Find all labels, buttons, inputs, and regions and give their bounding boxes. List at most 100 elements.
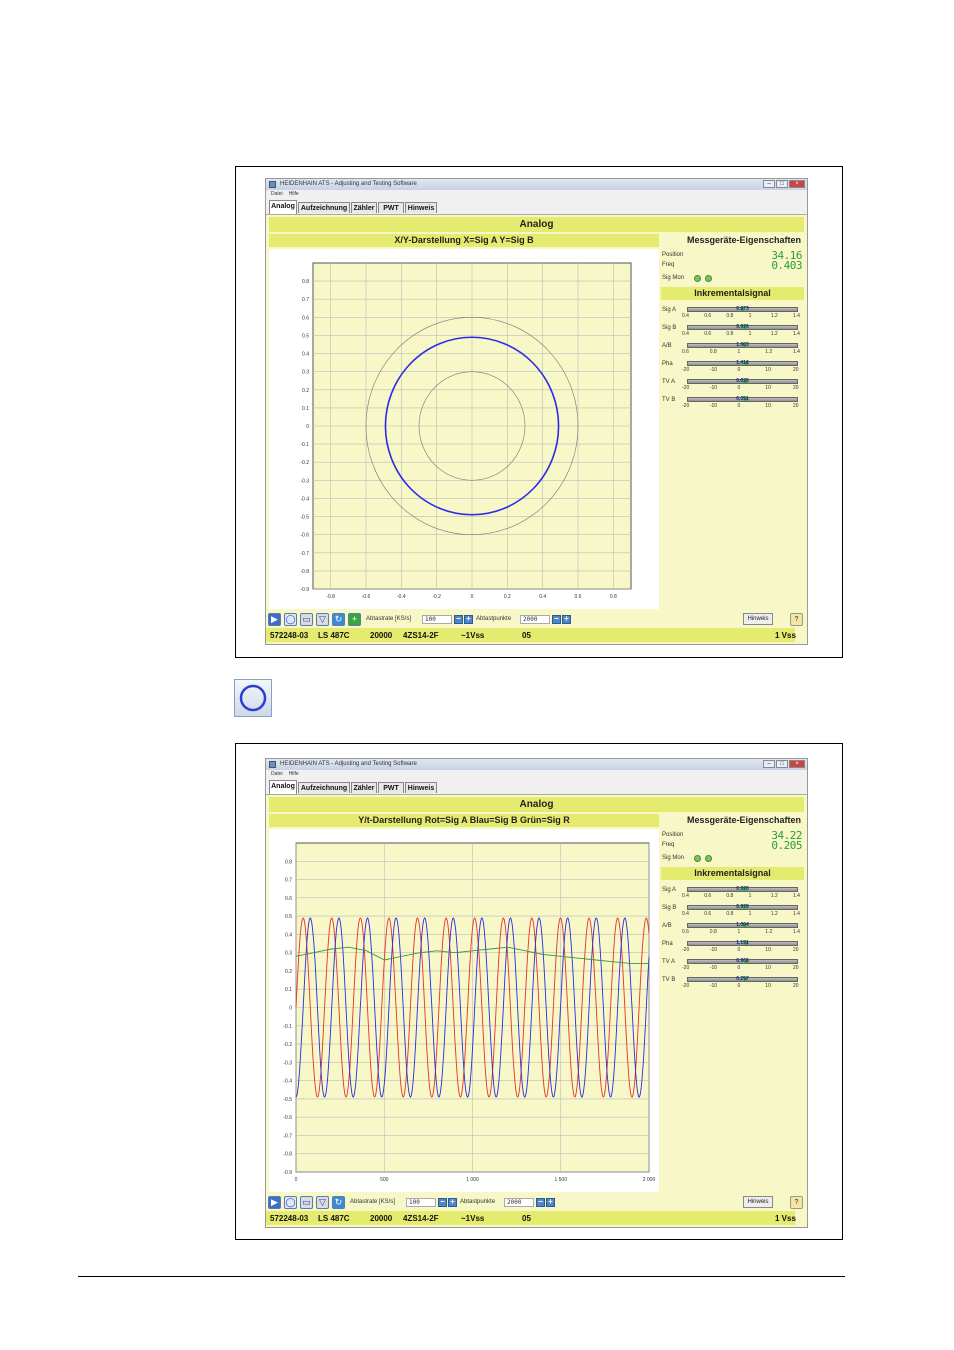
filter-icon[interactable]: ▽ xyxy=(316,1196,329,1209)
freq-value: 0.403 xyxy=(771,259,802,272)
abtastpunkte-input[interactable]: 2000 xyxy=(504,1198,534,1207)
tab-aufzeichnung[interactable]: Aufzeichnung xyxy=(298,202,350,213)
menu-item-hilfe[interactable]: Hilfe xyxy=(289,771,299,777)
menu-item-datei[interactable]: Datei xyxy=(271,771,283,777)
y-tick-label: 0.7 xyxy=(285,878,292,884)
incremental-header: Inkrementalsignal xyxy=(661,867,804,880)
y-tick-label: 0.6 xyxy=(302,315,309,321)
meter-value: 0.965 xyxy=(736,958,749,964)
tab-aufzeichnung[interactable]: Aufzeichnung xyxy=(298,782,350,793)
play-icon[interactable]: ▶ xyxy=(268,613,281,626)
close-icon[interactable]: × xyxy=(789,760,805,768)
tab-pwt[interactable]: PWT xyxy=(378,782,404,793)
y-tick-label: -0.5 xyxy=(283,1097,292,1103)
scale-icon[interactable]: ▭ xyxy=(300,1196,313,1209)
meter-tick-label: 0.8 xyxy=(709,349,717,355)
meter-label: Sig A xyxy=(662,887,677,893)
meter-value: 0.625 xyxy=(736,378,749,384)
tab-zähler[interactable]: Zähler xyxy=(351,782,377,793)
meter-tick-label: 0.8 xyxy=(726,893,734,899)
menu-item-hilfe[interactable]: Hilfe xyxy=(289,191,299,197)
refresh-icon[interactable]: ↻ xyxy=(332,1196,345,1209)
meter-tick-label: 1 xyxy=(737,349,741,355)
xy-circle-icon[interactable]: ◯ xyxy=(284,1196,297,1209)
x-tick-label: 2 000 xyxy=(643,1177,656,1183)
tab-analog[interactable]: Analog xyxy=(269,780,297,794)
x-tick-label: 1 000 xyxy=(466,1177,479,1183)
abtastrate-plus-button[interactable]: + xyxy=(448,1198,457,1207)
scale-icon[interactable]: ▭ xyxy=(300,613,313,626)
y-tick-label: 0 xyxy=(289,1006,292,1012)
close-icon[interactable]: × xyxy=(789,180,805,188)
abtastrate-input[interactable]: 100 xyxy=(422,615,452,624)
meter-tick-label: 1.4 xyxy=(793,929,800,935)
abtastrate-minus-button[interactable]: − xyxy=(438,1198,447,1207)
y-tick-label: -0.6 xyxy=(300,533,309,539)
meter-tick-label: 1 xyxy=(748,331,752,337)
meter-label: Sig A xyxy=(662,307,677,313)
play-icon[interactable]: ▶ xyxy=(268,1196,281,1209)
meter-tick-label: 20 xyxy=(793,947,799,953)
abtastrate-input[interactable]: 100 xyxy=(406,1198,436,1207)
maximize-icon[interactable]: □ xyxy=(776,760,788,768)
xy-circle-icon[interactable]: ◯ xyxy=(284,613,297,626)
meter-value: 1.003 xyxy=(736,342,749,348)
meter-tick-label: 1.4 xyxy=(793,911,800,917)
y-tick-label: 0.2 xyxy=(302,388,309,394)
abtastpunkte-label: Abtastpunkte xyxy=(476,616,512,622)
abtastrate-minus-button[interactable]: − xyxy=(454,615,463,624)
meter-bar: 1.004 xyxy=(687,922,798,928)
maximize-icon[interactable]: □ xyxy=(776,180,788,188)
abtastpunkte-plus-button[interactable]: + xyxy=(546,1198,555,1207)
x-tick-label: -0.6 xyxy=(362,594,371,600)
meter-tick-label: 0.8 xyxy=(726,331,734,337)
hinweis-button[interactable]: Hinweis xyxy=(743,1196,773,1208)
y-tick-label: -0.7 xyxy=(300,551,309,557)
abtastpunkte-minus-button[interactable]: − xyxy=(552,615,561,624)
x-tick-label: 0 xyxy=(295,1177,298,1183)
help-icon[interactable]: ? xyxy=(790,613,803,626)
y-tick-label: 0.3 xyxy=(285,951,292,957)
status-cable: 4ZS14-2F xyxy=(403,631,439,640)
meter-bar: 1.003 xyxy=(687,342,798,348)
y-tick-label: -0.2 xyxy=(300,460,309,466)
status-model: LS 487C xyxy=(318,1214,350,1223)
meter-tick-label: -20 xyxy=(682,983,690,989)
refresh-icon[interactable]: ↻ xyxy=(332,613,345,626)
freq-value: 0.205 xyxy=(771,839,802,852)
tab-analog[interactable]: Analog xyxy=(269,200,297,214)
y-tick-label: 0.5 xyxy=(302,333,309,339)
window-title: HEIDENHAIN ATS - Adjusting and Testing S… xyxy=(280,181,417,187)
minimize-icon[interactable]: – xyxy=(763,180,775,188)
meter-tick-label: 0.8 xyxy=(709,929,717,935)
abtastpunkte-plus-button[interactable]: + xyxy=(562,615,571,624)
tab-bar: Analog Aufzeichnung Zähler PWT Hinweis xyxy=(266,779,807,795)
minimize-icon[interactable]: – xyxy=(763,760,775,768)
help-icon[interactable]: ? xyxy=(790,1196,803,1209)
menu-item-datei[interactable]: Datei xyxy=(271,191,283,197)
x-tick-label: 500 xyxy=(380,1177,389,1183)
filter-icon[interactable]: ▽ xyxy=(316,613,329,626)
abtastpunkte-input[interactable]: 2000 xyxy=(520,615,550,624)
tab-hinweis[interactable]: Hinweis xyxy=(405,202,437,213)
y-tick-label: -0.8 xyxy=(300,569,309,575)
panel-title: Messgeräte-Eigenschaften xyxy=(686,815,801,825)
status-id: 572248-03 xyxy=(270,631,309,640)
abtastrate-plus-button[interactable]: + xyxy=(464,615,473,624)
tab-zähler[interactable]: Zähler xyxy=(351,202,377,213)
meter-tick-label: 1.4 xyxy=(793,893,800,899)
meter-tick-label: 1.4 xyxy=(793,349,800,355)
meter-tick-label: -20 xyxy=(682,947,690,953)
y-tick-label: -0.1 xyxy=(300,442,309,448)
analog-header: Analog xyxy=(269,797,804,812)
y-tick-label: 0.2 xyxy=(285,969,292,975)
tab-pwt[interactable]: PWT xyxy=(378,202,404,213)
hinweis-button[interactable]: Hinweis xyxy=(743,613,773,625)
meter-tick-label: 1 xyxy=(737,929,741,935)
sigmon-led-1 xyxy=(694,855,701,862)
abtastpunkte-minus-button[interactable]: − xyxy=(536,1198,545,1207)
status-lines: 20000 xyxy=(370,1214,393,1223)
meter-tick-label: -10 xyxy=(709,385,718,391)
tab-hinweis[interactable]: Hinweis xyxy=(405,782,437,793)
add-icon[interactable]: + xyxy=(348,613,361,626)
